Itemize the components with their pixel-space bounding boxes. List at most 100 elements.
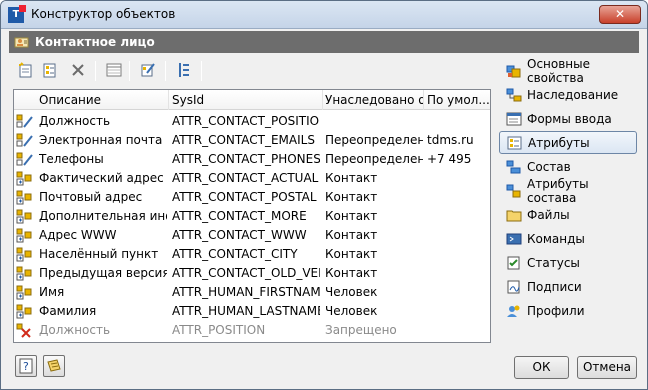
- cell-sysid: ATTR_HUMAN_LASTNAME: [172, 304, 320, 318]
- new-item-icon: [19, 62, 32, 78]
- signatures-icon: [507, 280, 520, 293]
- composition-icon: [506, 160, 521, 173]
- table-row[interactable]: Фамилия ATTR_HUMAN_LASTNAME Человек: [14, 302, 490, 321]
- sidebar-item-label: Основные свойства: [527, 56, 591, 85]
- attribute-edit-icon: [16, 133, 33, 147]
- cell-sysid: ATTR_CONTACT_POSTAL: [172, 190, 317, 204]
- sidebar-item-files[interactable]: Файлы: [499, 203, 637, 226]
- contact-person-icon: [14, 37, 29, 48]
- sidebar-item-inheritance[interactable]: Наследование: [499, 83, 637, 106]
- attributes-table: Описание SysId Унаследовано от По умол..…: [13, 89, 491, 343]
- note-icon: [47, 359, 61, 372]
- cell-description: Фамилия: [39, 304, 97, 318]
- app-logo-icon: T: [8, 5, 26, 23]
- notes-button[interactable]: [43, 355, 65, 377]
- cell-inherited-from: Контакт: [325, 171, 378, 185]
- cell-sysid: ATTR_CONTACT_POSITION: [172, 114, 320, 128]
- attribute-forbidden-icon: [16, 323, 31, 338]
- cell-description: Предыдущая версия: [39, 266, 167, 280]
- column-header-inherited-from[interactable]: Унаследовано от: [325, 93, 423, 107]
- attribute-inherited-icon: [16, 266, 32, 281]
- form-icon: [506, 112, 522, 125]
- cell-default: tdms.ru: [427, 133, 474, 147]
- table-row[interactable]: Телефоны ATTR_CONTACT_PHONES Переопределен…: [14, 150, 490, 169]
- column-header-sysid[interactable]: SysId: [172, 93, 320, 107]
- files-icon: [506, 210, 522, 221]
- table-row[interactable]: Почтовый адрес ATTR_CONTACT_POSTAL Контакт: [14, 188, 490, 207]
- table-row[interactable]: Населённый пункт ATTR_CONTACT_CITY Контакт: [14, 245, 490, 264]
- sidebar-item-label: Формы ввода: [527, 111, 612, 126]
- table-row[interactable]: Дополнительная инфо ATTR_CONTACT_MORE Конт…: [14, 207, 490, 226]
- add-from-list-button[interactable]: [39, 59, 61, 81]
- close-button[interactable]: ✕: [599, 5, 641, 24]
- cell-default: +7 495: [427, 152, 472, 166]
- delete-attribute-button[interactable]: [67, 59, 89, 81]
- cell-description: Дополнительная инфо: [39, 209, 167, 223]
- cell-description: Должность: [39, 323, 111, 337]
- attributes-icon: [507, 136, 522, 149]
- table-row[interactable]: Адрес WWW ATTR_CONTACT_WWW Контакт: [14, 226, 490, 245]
- sidebar-item-input-forms[interactable]: Формы ввода: [499, 107, 637, 130]
- sidebar-item-composition[interactable]: Состав: [499, 155, 637, 178]
- column-header-description[interactable]: Описание: [39, 93, 167, 107]
- column-divider[interactable]: [423, 90, 424, 110]
- table-row[interactable]: Фактический адрес ATTR_CONTACT_ACTUAL Конт…: [14, 169, 490, 188]
- table-header: Описание SysId Унаследовано от По умол..…: [14, 90, 490, 110]
- properties-button[interactable]: [103, 59, 125, 81]
- cell-sysid: ATTR_CONTACT_MORE: [172, 209, 307, 223]
- cell-sysid: ATTR_CONTACT_EMAILS: [172, 133, 315, 147]
- sidebar-item-label: Атрибуты: [528, 135, 590, 150]
- sidebar-item-composition-attributes[interactable]: Атрибуты состава: [499, 177, 637, 205]
- profiles-icon: [507, 305, 520, 317]
- sidebar-item-attributes[interactable]: Атрибуты: [499, 131, 637, 154]
- inheritance-icon: [506, 88, 522, 101]
- add-attribute-button[interactable]: [15, 59, 37, 81]
- sidebar-item-profiles[interactable]: Профили: [499, 299, 637, 322]
- sidebar-item-signatures[interactable]: Подписи: [499, 275, 637, 298]
- cell-inherited-from: Контакт: [325, 209, 378, 223]
- table-row[interactable]: Предыдущая версия ATTR_CONTACT_OLD_VERS Ко…: [14, 264, 490, 283]
- window-title: Конструктор объектов: [31, 7, 176, 21]
- table-row[interactable]: Должность ATTR_POSITION Запрещено: [14, 321, 490, 340]
- sidebar-item-main-properties[interactable]: Основные свойства: [499, 56, 637, 85]
- object-header: Контактное лицо: [9, 31, 639, 53]
- add-list-icon: [43, 63, 56, 78]
- cell-inherited-from: Переопределено: [325, 133, 423, 147]
- properties-icon: [506, 65, 521, 77]
- help-button[interactable]: ?: [15, 355, 37, 377]
- title-bar[interactable]: T Конструктор объектов ✕: [1, 1, 647, 29]
- attribute-inherited-icon: [16, 247, 32, 262]
- toolbar-separator: [201, 61, 202, 81]
- cell-inherited-from: Человек: [325, 304, 378, 318]
- attribute-inherited-icon: [16, 190, 32, 205]
- sidebar-item-label: Состав: [527, 159, 571, 174]
- cell-inherited-from: Контакт: [325, 190, 378, 204]
- toolbar-separator: [129, 61, 130, 81]
- edit-icon: [141, 63, 155, 77]
- cell-inherited-from: Контакт: [325, 266, 378, 280]
- sidebar-item-statuses[interactable]: Статусы: [499, 251, 637, 274]
- cell-description: Почтовый адрес: [39, 190, 143, 204]
- order-attributes-button[interactable]: [173, 59, 195, 81]
- cancel-button[interactable]: Отмена: [577, 356, 637, 379]
- cell-description: Фактический адрес: [39, 171, 164, 185]
- table-row[interactable]: Имя ATTR_HUMAN_FIRSTNAME Человек: [14, 283, 490, 302]
- column-divider[interactable]: [168, 90, 169, 110]
- cell-inherited-from: Контакт: [325, 247, 378, 261]
- cell-description: Адрес WWW: [39, 228, 117, 242]
- sidebar-item-label: Подписи: [527, 279, 582, 294]
- sidebar-item-label: Команды: [527, 231, 585, 246]
- cell-description: Электронная почта: [39, 133, 163, 147]
- table-icon: [106, 63, 122, 77]
- table-row[interactable]: Электронная почта ATTR_CONTACT_EMAILS Пере…: [14, 131, 490, 150]
- ok-button[interactable]: ОК: [514, 356, 569, 379]
- cell-sysid: ATTR_CONTACT_ACTUAL: [172, 171, 319, 185]
- column-header-default[interactable]: По умол...: [427, 93, 489, 107]
- cell-description: Имя: [39, 285, 65, 299]
- table-row[interactable]: Должность ATTR_CONTACT_POSITION: [14, 112, 490, 131]
- attribute-inherited-icon: [16, 304, 32, 319]
- cell-sysid: ATTR_CONTACT_CITY: [172, 247, 298, 261]
- sidebar-item-commands[interactable]: Команды: [499, 227, 637, 250]
- edit-attribute-button[interactable]: [137, 59, 159, 81]
- column-divider[interactable]: [322, 90, 323, 110]
